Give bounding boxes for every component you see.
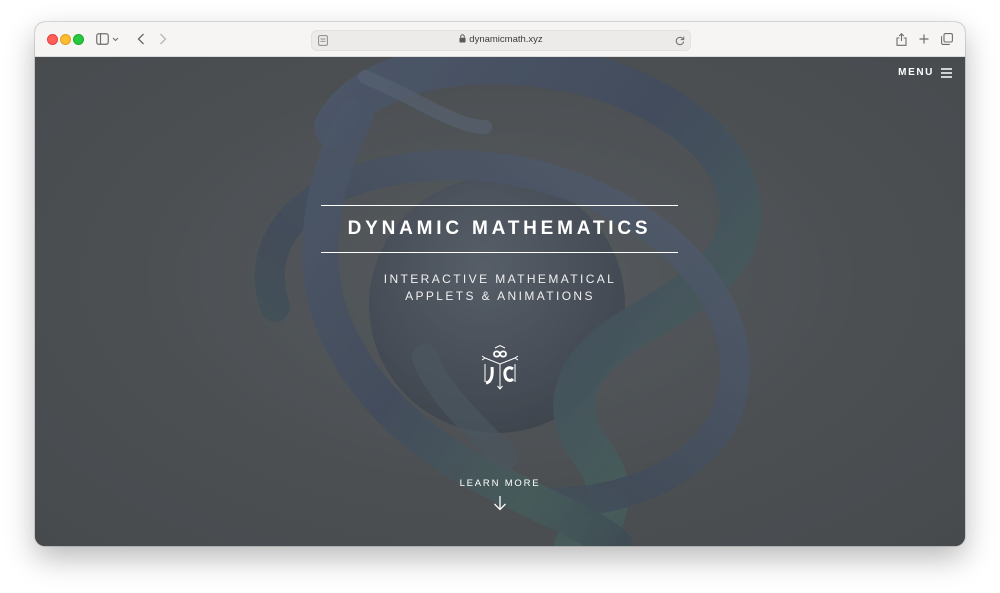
forward-button[interactable] <box>157 31 169 47</box>
arrow-down-icon <box>494 496 506 511</box>
browser-toolbar: dynamicmath.xyz <box>35 22 965 57</box>
menu-button[interactable]: MENU <box>898 67 952 78</box>
tab-overview-button[interactable] <box>940 31 953 47</box>
site-title: DYNAMIC MATHEMATICS <box>347 218 652 239</box>
reload-icon[interactable] <box>675 35 685 46</box>
learn-more-link[interactable]: LEARN MORE <box>35 478 965 514</box>
zoom-window-button[interactable] <box>73 34 84 45</box>
subtitle-line-2: APPLETS & ANIMATIONS <box>405 289 595 303</box>
plus-icon <box>919 34 929 44</box>
chevron-left-icon <box>137 33 144 45</box>
url-text: dynamicmath.xyz <box>469 34 543 45</box>
menu-label: MENU <box>898 67 934 78</box>
back-button[interactable] <box>135 31 147 47</box>
learn-more-label: LEARN MORE <box>459 478 541 489</box>
share-button[interactable] <box>895 31 907 47</box>
chevron-right-icon <box>160 33 167 45</box>
address-bar[interactable]: dynamicmath.xyz <box>311 30 691 51</box>
sidebar-icon <box>96 33 119 45</box>
hamburger-icon <box>941 67 952 78</box>
minimize-window-button[interactable] <box>60 34 71 45</box>
new-tab-button[interactable] <box>918 31 930 47</box>
dm-logo-icon <box>481 344 519 390</box>
share-icon <box>895 32 907 46</box>
lock-icon <box>459 34 466 43</box>
browser-window: dynamicmath.xyz MENU DYNAMIC MATHEMATICS… <box>35 22 965 546</box>
sidebar-toggle-button[interactable] <box>95 31 121 47</box>
tabs-icon <box>940 33 953 45</box>
address-text-wrap: dynamicmath.xyz <box>312 34 690 45</box>
close-window-button[interactable] <box>47 34 58 45</box>
hero-section: MENU DYNAMIC MATHEMATICS INTERACTIVE MAT… <box>35 57 965 546</box>
site-title-frame: DYNAMIC MATHEMATICS <box>321 205 678 253</box>
subtitle-line-1: INTERACTIVE MATHEMATICAL <box>383 272 617 286</box>
